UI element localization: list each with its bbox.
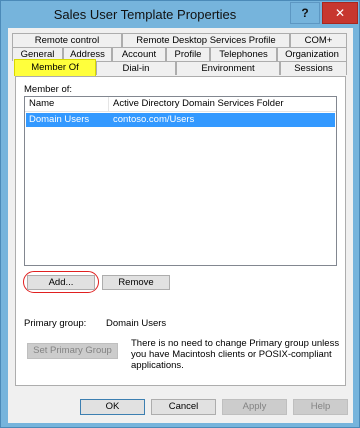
group-name-cell: Domain Users [29,114,90,125]
tab-dial-in[interactable]: Dial-in [96,61,176,75]
tab-sessions[interactable]: Sessions [280,61,347,75]
help-title-button[interactable]: ? [290,2,320,24]
column-header-name[interactable]: Name [25,97,109,112]
primary-group-note-line2: you have Macintosh clients or POSIX-comp… [131,349,332,360]
group-folder-cell: contoso.com/Users [113,114,195,125]
list-header: Name Active Directory Domain Services Fo… [25,97,336,112]
help-button[interactable]: Help [293,399,348,415]
tab-account[interactable]: Account [112,47,166,61]
list-item[interactable]: Domain Users contoso.com/Users [26,113,335,127]
tab-com-plus[interactable]: COM+ [290,33,347,47]
primary-group-label: Primary group: [24,318,87,329]
window-title: Sales User Template Properties [53,7,237,22]
tab-member-of[interactable]: Member Of [14,59,96,76]
column-header-folder[interactable]: Active Directory Domain Services Folder [109,97,336,112]
member-of-list[interactable]: Name Active Directory Domain Services Fo… [24,96,337,266]
tab-environment[interactable]: Environment [176,61,280,75]
apply-button[interactable]: Apply [222,399,287,415]
remove-button[interactable]: Remove [102,275,170,290]
member-of-label: Member of: [24,84,73,95]
add-button[interactable]: Add... [27,275,95,290]
ok-button[interactable]: OK [80,399,145,415]
primary-group-note-line3: applications. [131,360,184,371]
title-bar[interactable]: Sales User Template Properties ? ✕ [1,1,359,27]
set-primary-group-button[interactable]: Set Primary Group [27,343,118,359]
tab-profile[interactable]: Profile [166,47,210,61]
tab-remote-control[interactable]: Remote control [12,33,122,47]
tab-organization[interactable]: Organization [277,47,347,61]
primary-group-value: Domain Users [106,318,167,329]
tab-remote-desktop-services-profile[interactable]: Remote Desktop Services Profile [122,33,290,47]
cancel-button[interactable]: Cancel [151,399,216,415]
tab-telephones[interactable]: Telephones [210,47,277,61]
properties-window: Sales User Template Properties ? ✕ Remot… [0,0,360,428]
primary-group-note-line1: There is no need to change Primary group… [131,338,340,349]
close-icon[interactable]: ✕ [322,2,358,24]
dialog-client-area: Remote control Remote Desktop Services P… [8,28,353,423]
